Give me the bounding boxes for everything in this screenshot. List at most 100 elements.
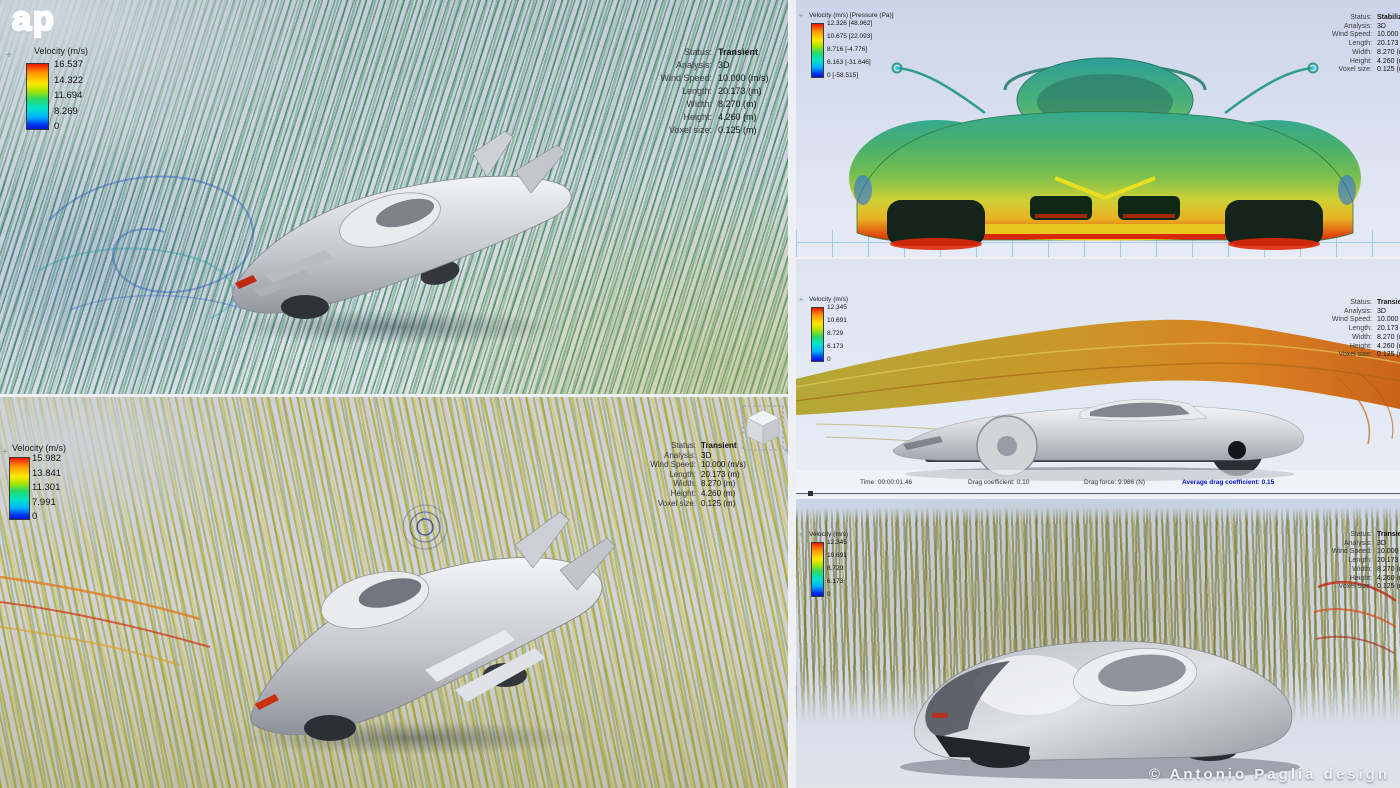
status-label: Width: bbox=[1352, 49, 1372, 58]
status-label: Wind Speed: bbox=[1332, 31, 1372, 40]
velocity-legend: + Velocity (m/s) 16.537 14.322 11.694 8.… bbox=[6, 46, 156, 146]
status-label: Analysis: bbox=[1344, 23, 1372, 32]
time-readout: Time: 00:00:01.46 bbox=[860, 479, 912, 486]
status-value: 10.000 (m/s) bbox=[1377, 548, 1400, 557]
legend-value: 10.691 bbox=[827, 317, 847, 324]
timeline-scrubber[interactable] bbox=[796, 492, 1400, 495]
status-label: Height: bbox=[1350, 343, 1372, 352]
streak-red bbox=[0, 602, 210, 647]
car-render-top-perspective bbox=[215, 490, 645, 780]
status-value: 0.125 (m) bbox=[1377, 351, 1400, 360]
legend-value: 16.537 bbox=[54, 59, 83, 70]
status-value: 3D bbox=[718, 59, 788, 72]
haunch-highlight bbox=[975, 655, 1085, 715]
legend-move-icon[interactable]: + bbox=[799, 532, 803, 539]
legend-value: 6.173 bbox=[827, 343, 847, 350]
legend-value: 12.345 bbox=[827, 539, 847, 546]
status-value: 8.270 (m) bbox=[1377, 334, 1400, 343]
viewport-side-streamlines[interactable]: + Velocity (m/s) 12.345 10.691 8.729 6.1… bbox=[796, 259, 1400, 496]
velocity-pressure-legend: + Velocity (m/s) [Pressure (Pa)] 12.326 … bbox=[799, 12, 909, 92]
legend-value: 0 bbox=[827, 356, 847, 363]
timeline-track[interactable] bbox=[796, 493, 1400, 494]
legend-value: 12.326 [48.962] bbox=[827, 20, 872, 27]
status-value: 20.173 (m) bbox=[718, 85, 788, 98]
status-label: Height: bbox=[683, 111, 712, 124]
status-label: Status: bbox=[1350, 531, 1372, 540]
status-label: Height: bbox=[671, 489, 696, 499]
legend-value: 10.675 [22.093] bbox=[827, 33, 872, 40]
velocity-legend: + Velocity (m/s) 15.982 13.841 11.301 7.… bbox=[2, 441, 152, 541]
viewport-rear-streamlines[interactable]: + Velocity (m/s) 12.345 10.691 8.729 6.1… bbox=[796, 499, 1400, 788]
status-value: 4.260 (m) bbox=[1377, 58, 1400, 67]
status-label: Height: bbox=[1350, 58, 1372, 67]
drag-coefficient-readout: Drag coefficient: 0.10 bbox=[968, 479, 1029, 486]
front-wheel bbox=[304, 715, 356, 741]
status-label: Length: bbox=[1349, 325, 1372, 334]
legend-value: 0 bbox=[32, 511, 61, 522]
legend-value: 0 [-58.515] bbox=[827, 72, 872, 79]
legend-value: 10.691 bbox=[827, 552, 847, 559]
legend-value: 8.729 bbox=[827, 565, 847, 572]
status-value: 4.260 (m) bbox=[701, 489, 788, 499]
rear-wheel-hub bbox=[1228, 441, 1246, 459]
status-value: 20.173 (m) bbox=[701, 470, 788, 480]
status-value: Transient bbox=[718, 46, 788, 59]
viewport-front-pressure[interactable]: + Velocity (m/s) [Pressure (Pa)] 12.326 … bbox=[796, 0, 1400, 257]
viewport-perspective-streamlines[interactable]: + Velocity (m/s) 16.537 14.322 11.694 8.… bbox=[0, 0, 788, 394]
edge-accent-blue-right bbox=[1338, 175, 1356, 205]
legend-move-icon[interactable]: + bbox=[799, 13, 803, 20]
status-label: Length: bbox=[1349, 557, 1372, 566]
legend-title: Velocity (m/s) bbox=[12, 443, 66, 453]
status-value: Stabilized bbox=[1377, 14, 1400, 23]
status-label: Wind Speed: bbox=[650, 460, 696, 470]
ap-logo: ap bbox=[12, 0, 56, 39]
status-value: 3D bbox=[701, 451, 788, 461]
legend-move-icon[interactable]: + bbox=[2, 447, 8, 458]
status-value: 8.270 (m) bbox=[718, 98, 788, 111]
status-value: 4.260 (m) bbox=[718, 111, 788, 124]
status-label: Voxel size: bbox=[1339, 66, 1372, 75]
status-label: Length: bbox=[682, 85, 712, 98]
simulation-info-bar: Time: 00:00:01.46 Drag coefficient: 0.10… bbox=[796, 470, 1400, 494]
intake-glow-red bbox=[1123, 214, 1175, 218]
status-label: Status: bbox=[684, 46, 712, 59]
legend-value: 8.729 bbox=[827, 330, 847, 337]
legend-move-icon[interactable]: + bbox=[799, 297, 803, 304]
status-value: 0.125 (m) bbox=[1377, 66, 1400, 75]
status-label: Voxel size: bbox=[1339, 583, 1372, 592]
mirror-antenna-left bbox=[897, 68, 985, 113]
legend-values: 12.326 [48.962] 10.675 [22.093] 8.716 [-… bbox=[827, 20, 872, 79]
timeline-marker[interactable] bbox=[808, 491, 813, 496]
status-value: 0.125 (m) bbox=[718, 124, 788, 137]
tail-light-red bbox=[932, 713, 948, 718]
colorbar-gradient bbox=[9, 457, 30, 520]
legend-values: 12.345 10.691 8.729 6.173 0 bbox=[827, 304, 847, 363]
simulation-status-panel: Status:Transient Analysis:3D Wind Speed:… bbox=[1286, 531, 1400, 592]
viewport-top-streamlines[interactable]: + + Velocity (m/s) 15.982 13.841 11.301 … bbox=[0, 397, 788, 788]
simulation-status-panel: Status:Transient Analysis:3D Wind Speed:… bbox=[598, 441, 788, 508]
legend-move-icon[interactable]: + bbox=[6, 50, 12, 61]
status-label: Voxel size: bbox=[1339, 351, 1372, 360]
legend-title: Velocity (m/s) bbox=[809, 531, 848, 538]
status-label: Analysis: bbox=[676, 59, 712, 72]
status-value: 4.260 (m) bbox=[1377, 575, 1400, 584]
car-render-perspective bbox=[205, 125, 605, 365]
legend-values: 16.537 14.322 11.694 8.269 0 bbox=[54, 59, 83, 132]
status-label: Status: bbox=[1350, 299, 1372, 308]
legend-value: 14.322 bbox=[54, 75, 83, 86]
status-value: Transient bbox=[1377, 531, 1400, 540]
simulation-status-panel: Status:Stabilized Analysis:3D Wind Speed… bbox=[1286, 14, 1400, 75]
status-label: Length: bbox=[669, 470, 696, 480]
cfd-simulation-collage: + Velocity (m/s) 16.537 14.322 11.694 8.… bbox=[0, 0, 1400, 788]
status-value: 10.000 (m/s) bbox=[1377, 316, 1400, 325]
average-drag-readout: Average drag coefficient: 0.15 bbox=[1182, 479, 1274, 486]
legend-values: 15.982 13.841 11.301 7.991 0 bbox=[32, 453, 61, 522]
legend-value: 12.345 bbox=[827, 304, 847, 311]
rear-fin bbox=[473, 131, 513, 177]
legend-value: 7.991 bbox=[32, 497, 61, 508]
status-label: Width: bbox=[1352, 334, 1372, 343]
status-label: Status: bbox=[671, 441, 696, 451]
legend-title: Velocity (m/s) bbox=[34, 46, 88, 56]
front-wheel bbox=[281, 295, 329, 319]
status-value: 20.173 (m) bbox=[1377, 557, 1400, 566]
